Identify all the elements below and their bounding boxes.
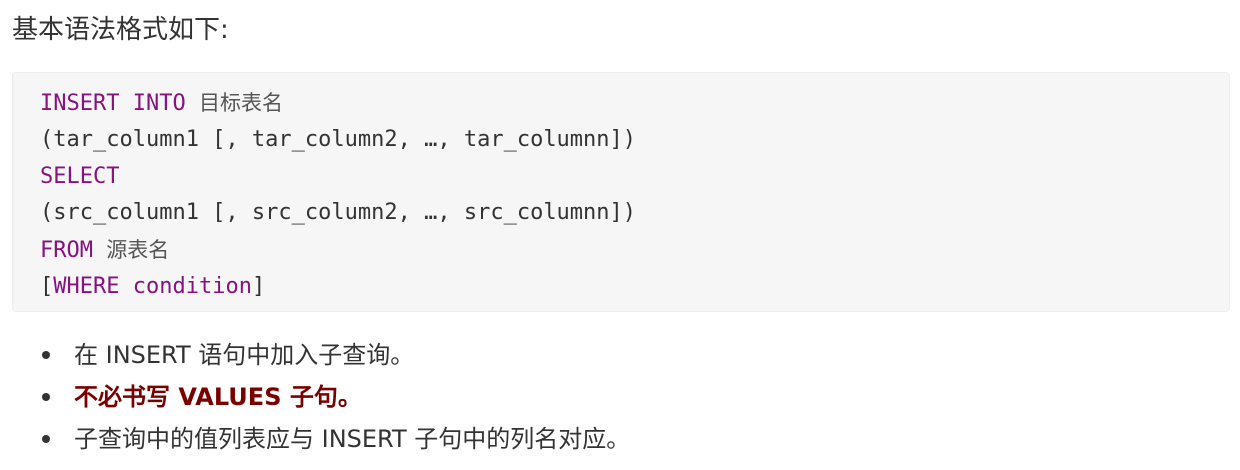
keyword-into: INTO	[132, 91, 186, 116]
bullet-dot-icon	[42, 393, 50, 401]
list-item: 子查询中的值列表应与 INSERT 子句中的列名对应。	[0, 418, 630, 460]
code-line-2: (tar_column1 [, tar_column2, …, tar_colu…	[40, 126, 637, 152]
code-line-1: INSERT INTO 目标表名	[40, 85, 1229, 122]
keyword-where: WHERE	[53, 273, 120, 299]
bullet-list: 在 INSERT 语句中加入子查询。 不必书写 VALUES 子句。 子查询中的…	[0, 334, 630, 460]
code-line-4: (src_column1 [, src_column2, …, src_colu…	[40, 200, 637, 226]
code-line-3: SELECT	[40, 159, 1229, 196]
list-item-text: 在 INSERT 语句中加入子查询。	[74, 341, 415, 369]
list-item: 在 INSERT 语句中加入子查询。	[0, 334, 630, 376]
code-block: INSERT INTO 目标表名 (tar_column1 [, tar_col…	[12, 72, 1230, 312]
list-item: 不必书写 VALUES 子句。	[0, 376, 630, 418]
bullet-dot-icon	[42, 351, 50, 359]
bracket-close: ]	[251, 273, 266, 299]
bullet-dot-icon	[42, 435, 50, 443]
keyword-select: SELECT	[40, 163, 120, 189]
list-item-text: 不必书写 VALUES 子句。	[74, 383, 362, 411]
target-table-name: 目标表名	[198, 91, 283, 115]
keyword-from: FROM	[40, 238, 93, 264]
keyword-insert: INSERT	[40, 91, 120, 116]
source-table-name: 源表名	[106, 238, 170, 263]
intro-text: 基本语法格式如下:	[12, 15, 229, 45]
bracket-open: [	[40, 273, 54, 299]
code-line-5: FROM 源表名	[40, 232, 1229, 269]
list-item-text: 子查询中的值列表应与 INSERT 子句中的列名对应。	[74, 425, 631, 453]
code-line-6: [WHERE condition]	[40, 269, 1229, 306]
keyword-condition: condition	[132, 273, 252, 299]
